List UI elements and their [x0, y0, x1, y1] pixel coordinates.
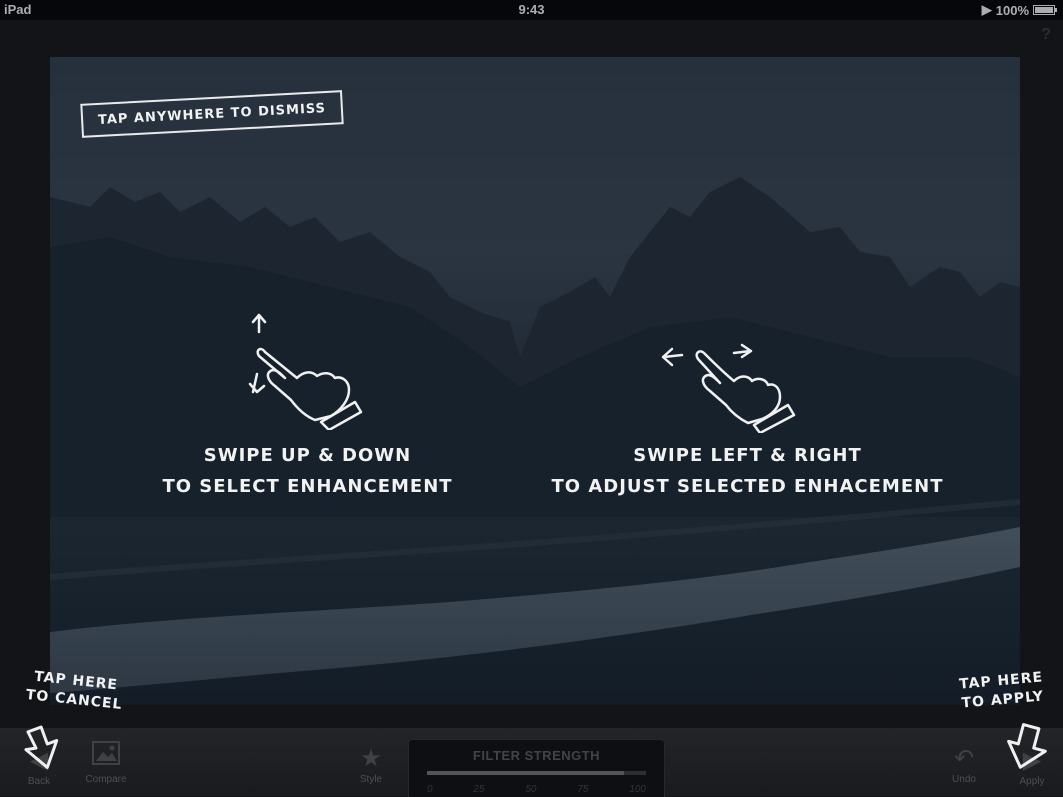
status-bar: iPad 9:43 ▶ 100% — [0, 0, 1063, 20]
left-tip-line1: SWIPE UP & DOWN — [203, 445, 412, 466]
photo-canvas[interactable] — [50, 57, 1020, 705]
cancel-arrow-icon — [24, 725, 59, 769]
iceberg-photo — [50, 177, 1020, 705]
tick-label: 75 — [577, 784, 589, 795]
filter-strength-slider[interactable]: FILTER STRENGTH 0 25 50 75 100 — [408, 739, 665, 797]
undo-icon: ↶ — [953, 745, 975, 772]
right-tip-line1: SWIPE LEFT & RIGHT — [633, 445, 862, 466]
left-tip-line2: TO SELECT ENHANCEMENT — [162, 476, 453, 497]
apply-label: Apply — [1019, 776, 1045, 787]
slider-fill — [427, 771, 625, 775]
compare-button[interactable]: Compare — [78, 740, 134, 785]
undo-button[interactable]: ↶ Undo — [946, 744, 982, 785]
swipe-vertical-hand-icon — [248, 313, 363, 430]
battery-percent: 100% — [995, 2, 1029, 18]
slider-ticks: 0 25 50 75 100 — [427, 784, 646, 795]
style-label: Style — [359, 774, 383, 785]
right-tip-line2: TO ADJUST SELECTED ENHACEMENT — [551, 476, 944, 497]
apply-arrow-hint-icon — [1007, 723, 1047, 769]
style-button[interactable]: ★ Style — [353, 744, 389, 785]
swipe-horizontal-hand-icon — [661, 343, 796, 433]
filter-title: FILTER STRENGTH — [472, 748, 601, 763]
back-label: Back — [27, 776, 51, 787]
battery-icon — [1033, 5, 1057, 15]
undo-label: Undo — [952, 774, 976, 785]
tick-label: 100 — [629, 784, 646, 795]
star-icon: ★ — [360, 745, 382, 772]
image-icon — [78, 740, 134, 774]
tick-label: 0 — [427, 784, 433, 795]
tick-label: 25 — [473, 784, 485, 795]
compare-label: Compare — [85, 774, 127, 785]
help-icon[interactable]: ? — [1041, 26, 1051, 44]
slider-track[interactable] — [427, 771, 646, 775]
battery-status: ▶ 100% — [981, 2, 1057, 18]
tick-label: 50 — [525, 784, 537, 795]
play-icon: ▶ — [981, 2, 992, 17]
clock: 9:43 — [518, 2, 545, 17]
